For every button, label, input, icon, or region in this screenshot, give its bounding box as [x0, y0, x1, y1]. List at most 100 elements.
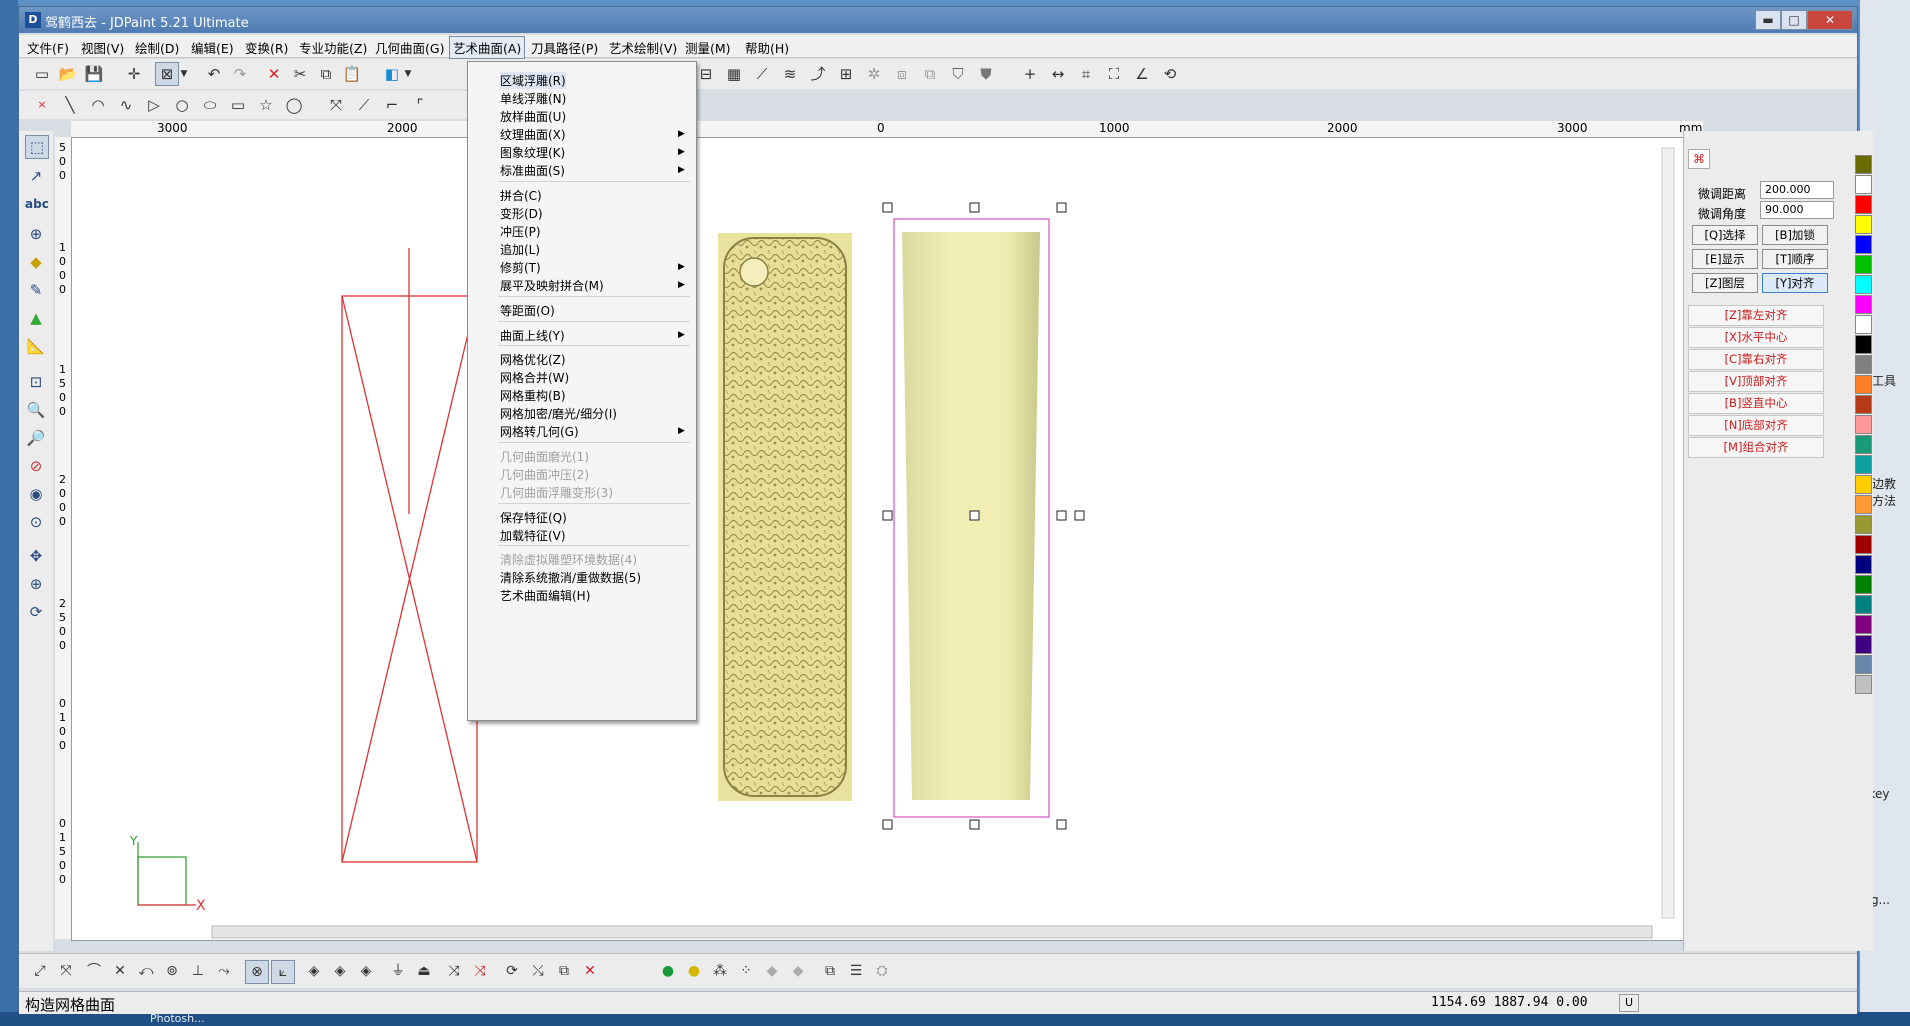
- dropdown-item[interactable]: 标准曲面(S): [500, 162, 565, 179]
- color-swatch[interactable]: [1855, 495, 1872, 514]
- delete-icon[interactable]: ✕: [263, 63, 285, 85]
- zoom-in-icon[interactable]: 🔍: [25, 399, 47, 421]
- title-bar[interactable]: D 驾鹤西去 - JDPaint 5.21 Ultimate ▬ □ ✕: [19, 7, 1857, 33]
- surface-tool-icon[interactable]: ⊟: [695, 63, 717, 85]
- color-swatch[interactable]: [1855, 635, 1872, 654]
- zoom-icon[interactable]: ⊕: [25, 573, 47, 595]
- dropdown-item[interactable]: 网格重构(B): [500, 387, 566, 404]
- shield-icon[interactable]: ⛉: [947, 63, 969, 85]
- color-swatch[interactable]: [1855, 475, 1872, 494]
- circle-large-icon[interactable]: ◯: [283, 94, 305, 116]
- arc-tool-icon[interactable]: ⌒: [83, 960, 105, 982]
- unit-indicator[interactable]: U: [1619, 994, 1639, 1012]
- dropdown-item[interactable]: 保存特征(Q): [500, 509, 567, 526]
- paste-icon[interactable]: 📋: [341, 63, 363, 85]
- render-icon[interactable]: ◆: [761, 960, 783, 982]
- crossed-rectangle[interactable]: [341, 248, 478, 863]
- layer-icon[interactable]: ⧈: [891, 63, 913, 85]
- menu-art-draw[interactable]: 艺术绘制(V): [609, 38, 677, 57]
- bend-icon[interactable]: ⤺: [135, 960, 157, 982]
- mesh-snap-2-icon[interactable]: ◈: [329, 960, 351, 982]
- relief-carving[interactable]: [718, 233, 852, 801]
- target-icon[interactable]: ⊚: [161, 960, 183, 982]
- select-tool-icon[interactable]: ⬚: [25, 135, 49, 159]
- cut-icon[interactable]: ✂: [289, 63, 311, 85]
- menu-geometry-surface[interactable]: 几何曲面(G): [375, 38, 444, 57]
- zoom-window-icon[interactable]: ⊡: [25, 371, 47, 393]
- line-icon[interactable]: ╲: [59, 94, 81, 116]
- redo-icon[interactable]: ↷: [229, 63, 251, 85]
- point-icon[interactable]: ×: [31, 94, 53, 116]
- wave-icon[interactable]: ≋: [779, 63, 801, 85]
- fine-distance-input[interactable]: 200.000: [1760, 181, 1834, 199]
- cross-tool-icon[interactable]: ✕: [109, 960, 131, 982]
- color-swatch[interactable]: [1855, 335, 1872, 354]
- light-multi-icon[interactable]: ⁘: [735, 960, 757, 982]
- light-yellow-icon[interactable]: ●: [683, 960, 705, 982]
- plane-icon[interactable]: ⏚: [387, 960, 409, 982]
- zoom-out-icon[interactable]: 🔎: [25, 427, 47, 449]
- dropdown-item[interactable]: 拼合(C): [500, 187, 542, 204]
- menu-toolpath[interactable]: 刀具路径(P): [531, 38, 598, 57]
- dropdown-item[interactable]: 变形(D): [500, 205, 543, 222]
- align-top-button[interactable]: [V]顶部对齐: [1688, 371, 1824, 392]
- list-icon[interactable]: ☰: [845, 960, 867, 982]
- mesh-snap-3-icon[interactable]: ◈: [355, 960, 377, 982]
- align-left-button[interactable]: [Z]靠左对齐: [1688, 305, 1824, 326]
- light-group-icon[interactable]: ⁂: [709, 960, 731, 982]
- menu-professional[interactable]: 专业功能(Z): [299, 38, 367, 57]
- menu-view[interactable]: 视图(V): [81, 38, 124, 57]
- arc-icon[interactable]: ◠: [87, 94, 109, 116]
- light-green-icon[interactable]: ●: [657, 960, 679, 982]
- align-button[interactable]: [Y]对齐: [1762, 273, 1828, 293]
- rectangle-icon[interactable]: ▭: [227, 94, 249, 116]
- dropdown-item[interactable]: 区域浮雕(R): [500, 72, 566, 89]
- panel-tab-icon[interactable]: ⌘: [1688, 149, 1710, 169]
- align-hcenter-button[interactable]: [X]水平中心: [1688, 327, 1824, 348]
- mesh-grid-icon[interactable]: ▦: [723, 63, 745, 85]
- table-icon[interactable]: ⧉: [553, 960, 575, 982]
- tangent-icon[interactable]: ⤳: [213, 960, 235, 982]
- fillet-icon[interactable]: ⌐: [381, 94, 403, 116]
- color-swatch[interactable]: [1855, 555, 1872, 574]
- color-swatch[interactable]: [1855, 435, 1872, 454]
- menu-measure[interactable]: 测量(M): [685, 38, 731, 57]
- curve-node-icon[interactable]: ⤴: [807, 63, 829, 85]
- select-box-icon[interactable]: ⊠: [155, 62, 179, 86]
- color-swatch[interactable]: [1855, 655, 1872, 674]
- color-swatch[interactable]: [1855, 255, 1872, 274]
- color-swatch[interactable]: [1855, 595, 1872, 614]
- fine-angle-input[interactable]: 90.000: [1760, 201, 1834, 219]
- dimension-icon[interactable]: ↔: [1047, 63, 1069, 85]
- color-swatch[interactable]: [1855, 235, 1872, 254]
- extend-icon[interactable]: ⟋: [353, 94, 375, 116]
- trim-icon[interactable]: ⤧: [325, 94, 347, 116]
- menu-file[interactable]: 文件(F): [27, 38, 69, 57]
- pick-icon[interactable]: ⤨: [443, 960, 465, 982]
- display-button[interactable]: [E]显示: [1692, 249, 1758, 269]
- dropdown-item[interactable]: 修剪(T): [500, 259, 541, 276]
- rotate-view-icon[interactable]: ⟲: [1159, 63, 1181, 85]
- diamond-icon[interactable]: ◆: [25, 251, 47, 273]
- rotate-icon[interactable]: ⟳: [25, 601, 47, 623]
- close-button[interactable]: ✕: [1807, 10, 1853, 30]
- dropdown-item[interactable]: 冲压(P): [500, 223, 541, 240]
- node-move-icon[interactable]: ⤯: [527, 960, 549, 982]
- dropdown-item[interactable]: 网格优化(Z): [500, 351, 566, 368]
- vertical-scrollbar[interactable]: [1661, 147, 1675, 919]
- menu-draw[interactable]: 绘制(D): [135, 38, 179, 57]
- align-vcenter-button[interactable]: [B]竖直中心: [1688, 393, 1824, 414]
- text-tool-icon[interactable]: abc: [25, 193, 49, 215]
- chevron-down-icon[interactable]: ▼: [401, 63, 415, 85]
- maximize-button[interactable]: □: [1781, 10, 1807, 30]
- grid-select-icon[interactable]: ⊞: [835, 63, 857, 85]
- crop-icon[interactable]: ⌗: [1075, 63, 1097, 85]
- color-swatch[interactable]: [1855, 355, 1872, 374]
- layer-button[interactable]: [Z]图层: [1692, 273, 1758, 293]
- undo-icon[interactable]: ↶: [203, 63, 225, 85]
- color-swatch[interactable]: [1855, 395, 1872, 414]
- delete-red-icon[interactable]: ✕: [579, 960, 601, 982]
- dropdown-item[interactable]: 单线浮雕(N): [500, 90, 566, 107]
- open-file-icon[interactable]: 📂: [57, 63, 79, 85]
- color-fill-icon[interactable]: ◧: [381, 63, 403, 85]
